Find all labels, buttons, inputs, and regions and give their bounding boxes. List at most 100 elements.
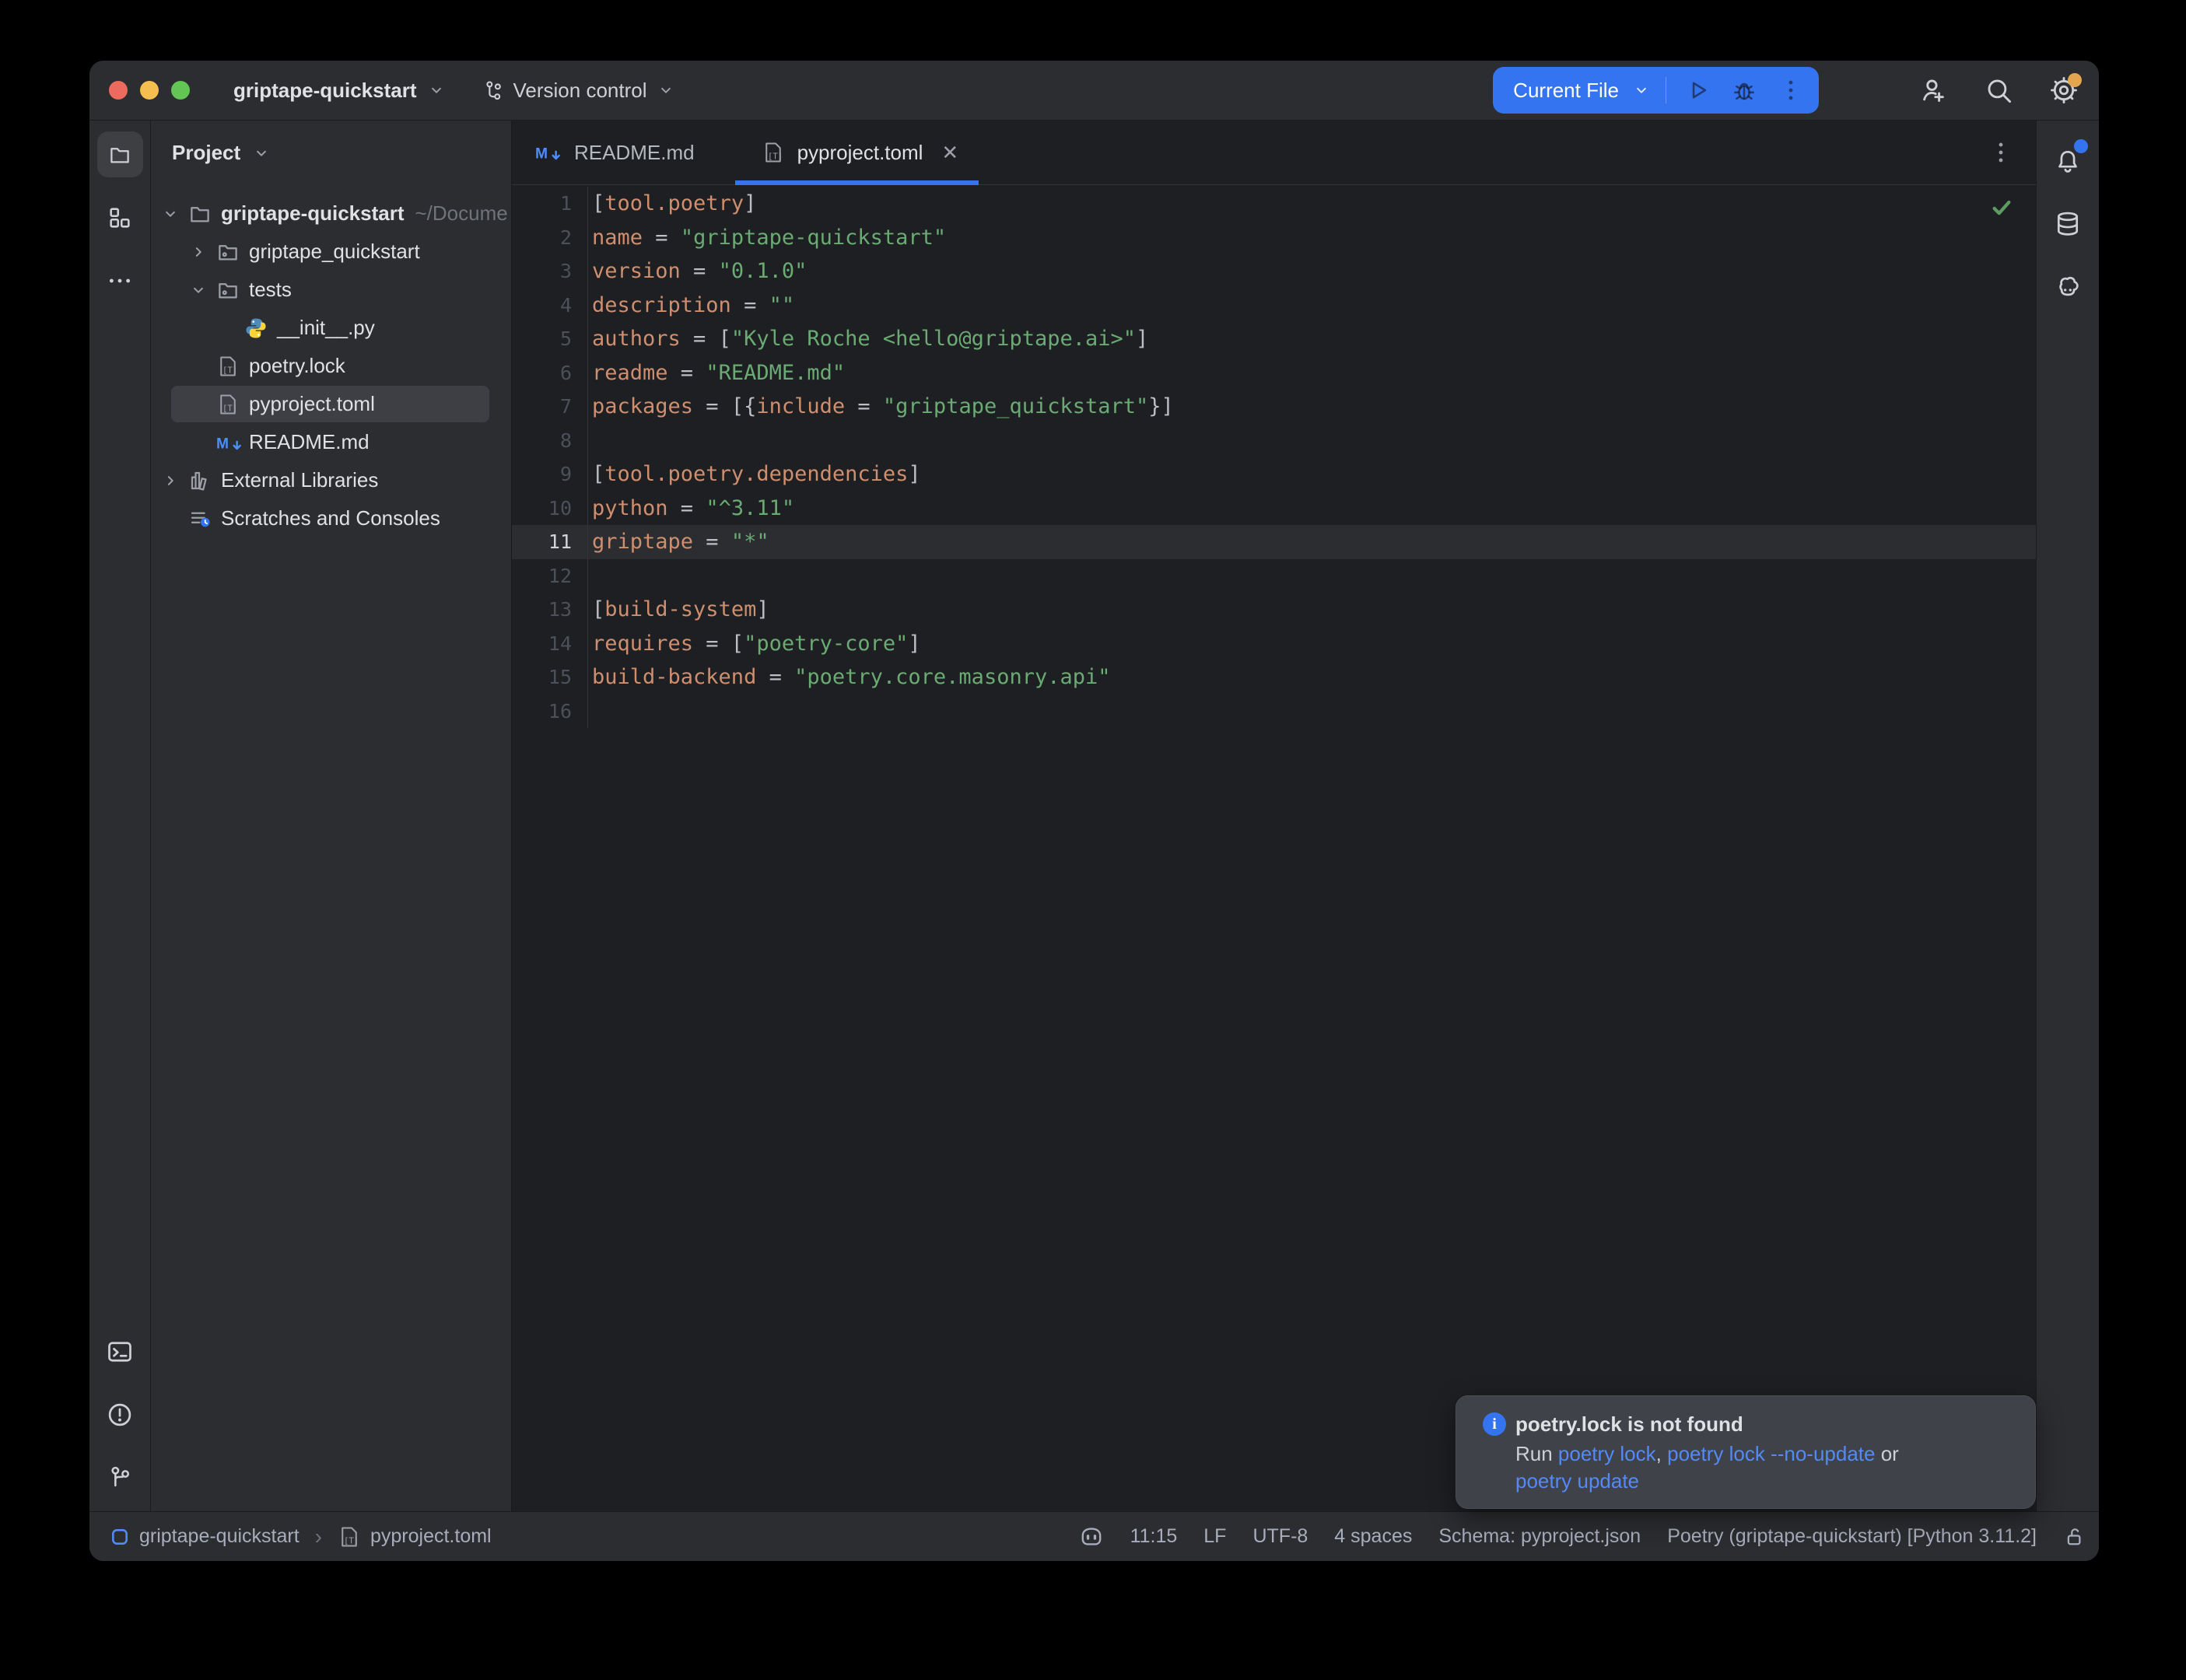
toml-icon: [T] xyxy=(762,141,785,164)
tree-item-scratches-and-consoles[interactable]: Scratches and Consoles xyxy=(151,499,511,537)
svg-text:[T]: [T] xyxy=(222,365,237,375)
close-button[interactable] xyxy=(109,81,128,100)
code-text: name = "griptape-quickstart" xyxy=(587,221,2036,255)
minimize-button[interactable] xyxy=(140,81,159,100)
breadcrumb-file[interactable]: pyproject.toml xyxy=(370,1525,492,1548)
run-icon[interactable] xyxy=(1680,73,1715,107)
code-line-1[interactable]: 1[tool.poetry] xyxy=(512,187,2036,221)
code-text: requires = ["poetry-core"] xyxy=(587,627,2036,661)
caret-position[interactable]: 11:15 xyxy=(1130,1525,1178,1548)
code-line-9[interactable]: 9[tool.poetry.dependencies] xyxy=(512,457,2036,492)
line-number: 7 xyxy=(512,395,572,418)
line-number: 12 xyxy=(512,565,572,587)
code-line-5[interactable]: 5authors = ["Kyle Roche <hello@griptape.… xyxy=(512,322,2036,356)
tree-item-label: __init__.py xyxy=(277,316,375,340)
tree-item-pyproject-toml[interactable]: [T]pyproject.toml xyxy=(151,385,511,423)
file-encoding[interactable]: UTF-8 xyxy=(1252,1525,1308,1548)
breadcrumb-project[interactable]: griptape-quickstart xyxy=(139,1525,300,1548)
tool-stripe-button-notifications[interactable] xyxy=(2045,138,2091,184)
link-poetry-lock-no-update[interactable]: poetry lock --no-update xyxy=(1667,1442,1875,1465)
code-line-12[interactable]: 12 xyxy=(512,559,2036,593)
line-separator[interactable]: LF xyxy=(1203,1525,1226,1548)
tool-stripe-button-project[interactable] xyxy=(97,131,143,177)
code-text: build-backend = "poetry.core.masonry.api… xyxy=(587,660,2036,695)
code-line-8[interactable]: 8 xyxy=(512,424,2036,458)
project-tree: griptape-quickstart~/Docume griptape_quic… xyxy=(151,185,511,537)
code-text: readme = "README.md" xyxy=(587,356,2036,390)
debug-icon[interactable] xyxy=(1727,73,1761,107)
editor-options-icon[interactable] xyxy=(1988,139,2014,166)
svg-text:M: M xyxy=(216,436,229,452)
tab-readme-md[interactable]: MREADME.md xyxy=(512,121,735,184)
line-number: 16 xyxy=(512,700,572,723)
run-config-selector[interactable]: Current File xyxy=(1513,79,1619,103)
toml-icon: [T] xyxy=(216,393,249,416)
close-icon[interactable]: ✕ xyxy=(941,142,958,163)
svg-text:M: M xyxy=(535,145,548,162)
indent-size[interactable]: 4 spaces xyxy=(1334,1525,1412,1548)
project-panel-title: Project xyxy=(172,141,240,165)
code-editor[interactable]: 1[tool.poetry]2name = "griptape-quicksta… xyxy=(512,185,2036,1511)
tree-item-tests[interactable]: tests xyxy=(151,271,511,309)
tree-item-griptape-quickstart[interactable]: griptape-quickstart~/Docume xyxy=(151,194,511,233)
chevron-right-icon[interactable] xyxy=(188,242,216,262)
tool-stripe-button-structure[interactable] xyxy=(97,194,143,240)
svg-text:[T]: [T] xyxy=(344,1535,359,1545)
notification-popup: i poetry.lock is not found Run poetry lo… xyxy=(1456,1395,2036,1509)
code-line-16[interactable]: 16 xyxy=(512,695,2036,729)
json-schema[interactable]: Schema: pyproject.json xyxy=(1438,1525,1641,1548)
tree-item-label: tests xyxy=(249,278,292,302)
notification-text: , xyxy=(1656,1442,1667,1465)
inspections-ok-icon[interactable] xyxy=(1989,195,2014,220)
chevron-down-icon[interactable] xyxy=(160,204,188,224)
tab-pyproject-toml[interactable]: [T]pyproject.toml✕ xyxy=(735,121,979,184)
unlock-icon[interactable] xyxy=(2063,1525,2086,1549)
code-line-4[interactable]: 4description = "" xyxy=(512,289,2036,323)
more-run-options-icon[interactable] xyxy=(1774,73,1808,107)
tree-item-label: griptape_quickstart xyxy=(249,240,420,264)
code-line-7[interactable]: 7 packages = [{include = "griptape_quicks… xyxy=(512,390,2036,424)
toml-file-icon[interactable]: [T] xyxy=(338,1525,361,1549)
code-line-15[interactable]: 15build-backend = "poetry.core.masonry.a… xyxy=(512,660,2036,695)
zoom-button[interactable] xyxy=(171,81,190,100)
chevron-down-icon[interactable] xyxy=(188,280,216,300)
tree-item-poetry-lock[interactable]: [T]poetry.lock xyxy=(151,347,511,385)
tree-item-init-py[interactable]: __init__.py xyxy=(151,309,511,347)
search-icon[interactable] xyxy=(1984,75,2013,105)
link-poetry-lock[interactable]: poetry lock xyxy=(1558,1442,1656,1465)
settings-button[interactable] xyxy=(2049,75,2079,105)
tree-item-griptape-quickstart[interactable]: griptape_quickstart xyxy=(151,233,511,271)
code-line-3[interactable]: 3version = "0.1.0" xyxy=(512,254,2036,289)
code-text: packages = [{include = "griptape_quickst… xyxy=(587,390,2036,424)
code-line-14[interactable]: 14requires = ["poetry-core"] xyxy=(512,627,2036,661)
chevron-down-icon[interactable] xyxy=(1631,80,1652,100)
tool-stripe-button-ai-assistant[interactable] xyxy=(2045,264,2091,310)
chevron-down-icon xyxy=(656,80,676,100)
chevron-down-icon xyxy=(426,80,447,100)
folder-icon xyxy=(108,143,131,166)
vcs-widget[interactable]: Version control xyxy=(482,79,677,103)
tool-stripe-button-problems[interactable] xyxy=(97,1391,143,1437)
code-line-11[interactable]: 11griptape = "*" xyxy=(512,525,2036,559)
notification-body: Run poetry lock, poetry lock --no-update… xyxy=(1515,1440,2013,1495)
notification-badge xyxy=(2074,139,2088,153)
tree-item-external-libraries[interactable]: External Libraries xyxy=(151,461,511,499)
tool-stripe-button-database[interactable] xyxy=(2045,201,2091,247)
code-line-2[interactable]: 2name = "griptape-quickstart" xyxy=(512,221,2036,255)
line-number: 5 xyxy=(512,327,572,350)
tool-stripe-button-terminal[interactable] xyxy=(97,1328,143,1374)
code-line-10[interactable]: 10python = "^3.11" xyxy=(512,492,2036,526)
copilot-status-icon[interactable] xyxy=(1079,1524,1104,1549)
chevron-right-icon[interactable] xyxy=(160,471,188,491)
tool-stripe-button-more-tool-windows[interactable] xyxy=(97,257,143,303)
project-panel-header[interactable]: Project xyxy=(151,121,511,185)
code-line-6[interactable]: 6readme = "README.md" xyxy=(512,356,2036,390)
module-icon[interactable] xyxy=(110,1527,130,1547)
project-widget[interactable]: griptape-quickstart xyxy=(233,79,447,103)
tool-stripe-button-version-control[interactable] xyxy=(97,1454,143,1500)
python-interpreter[interactable]: Poetry (griptape-quickstart) [Python 3.1… xyxy=(1667,1525,2037,1548)
code-with-me-icon[interactable] xyxy=(1918,75,1948,105)
code-line-13[interactable]: 13[build-system] xyxy=(512,593,2036,627)
link-poetry-update[interactable]: poetry update xyxy=(1515,1469,1639,1493)
tree-item-readme-md[interactable]: MREADME.md xyxy=(151,423,511,461)
